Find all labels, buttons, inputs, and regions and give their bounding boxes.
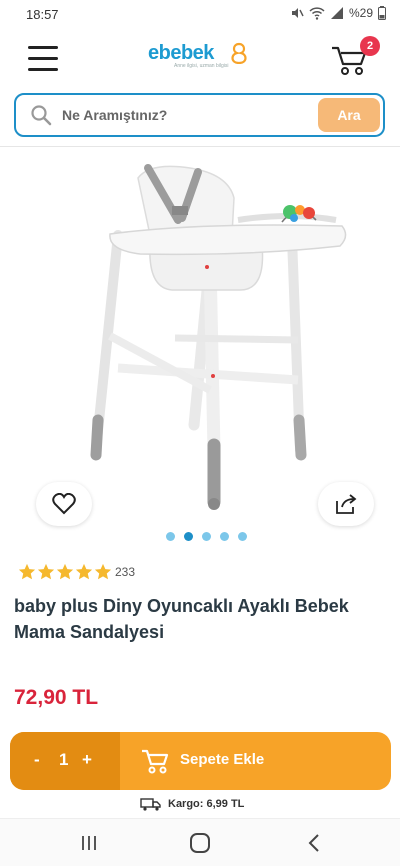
rating-stars — [18, 563, 113, 581]
add-to-cart-bar: - 1 + Sepete Ekle — [10, 732, 391, 790]
star-icon — [37, 563, 55, 580]
system-nav-bar — [0, 818, 400, 866]
image-pagination — [166, 532, 247, 541]
share-button[interactable] — [318, 482, 374, 526]
status-time: 18:57 — [26, 7, 59, 22]
wifi-icon — [309, 7, 325, 20]
product-image[interactable] — [0, 150, 400, 525]
product-title: baby plus Diny Oyuncaklı Ayaklı Bebek Ma… — [14, 596, 349, 642]
star-icon — [56, 563, 74, 580]
logo-mark-icon — [231, 42, 247, 64]
star-icon — [75, 563, 93, 580]
shipping-label: Kargo: 6,99 TL — [168, 798, 245, 810]
home-icon[interactable] — [190, 833, 210, 853]
cart-count-badge: 2 — [360, 36, 380, 56]
divider — [0, 146, 400, 147]
status-icons: %29 — [290, 6, 386, 20]
search-input[interactable] — [62, 103, 312, 127]
hamburger-icon[interactable] — [28, 46, 58, 72]
recent-apps-icon[interactable] — [80, 835, 98, 851]
signal-icon — [330, 7, 343, 19]
search-icon — [31, 105, 52, 126]
shipping-info: Kargo: 6,99 TL — [140, 797, 244, 811]
cart-add-icon — [142, 749, 169, 774]
rating-count: 233 — [115, 565, 136, 579]
pagination-dot[interactable] — [166, 532, 175, 541]
pagination-dot[interactable] — [202, 532, 211, 541]
brand-logo[interactable]: ebebek Anne ilgisi, uzman bilgisi — [148, 42, 258, 78]
star-icon — [18, 563, 36, 580]
mute-icon — [291, 8, 304, 18]
add-to-cart-label: Sepete Ekle — [180, 751, 265, 768]
app-header: ebebek Anne ilgisi, uzman bilgisi 2 — [0, 30, 400, 88]
battery-percent: %29 — [348, 6, 373, 20]
battery-icon — [378, 6, 386, 20]
quantity-decrease-button[interactable]: - — [34, 750, 40, 770]
back-icon[interactable] — [306, 834, 322, 852]
quantity-increase-button[interactable]: + — [82, 750, 92, 770]
quantity-stepper: - 1 + — [10, 732, 120, 790]
status-bar: 18:57 %29 — [0, 0, 400, 30]
product-rating[interactable]: 233 — [18, 563, 135, 581]
favorite-button[interactable] — [36, 482, 92, 526]
add-to-cart-button[interactable]: Sepete Ekle — [120, 732, 391, 790]
product-price: 72,90 TL — [14, 686, 99, 709]
truck-icon — [140, 798, 161, 811]
search-bar: Ara — [14, 93, 385, 137]
quantity-value: 1 — [59, 750, 69, 769]
pagination-dot[interactable] — [220, 532, 229, 541]
pagination-dot[interactable] — [184, 532, 193, 541]
search-button[interactable]: Ara — [318, 98, 380, 132]
heart-icon — [52, 493, 76, 515]
star-icon — [94, 563, 112, 580]
logo-text: ebebek — [148, 42, 214, 64]
share-icon — [336, 494, 357, 514]
pagination-dot[interactable] — [238, 532, 247, 541]
